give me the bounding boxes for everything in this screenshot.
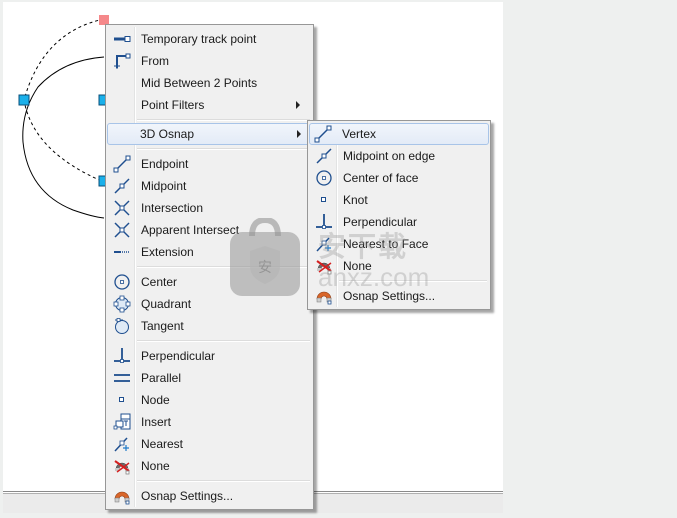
menu-item-tangent[interactable]: Tangent (108, 315, 311, 337)
temporary-track-point-icon (110, 29, 134, 49)
menu-item-label: Parallel (141, 371, 182, 385)
knot-icon (312, 190, 336, 210)
menu-item-label: Perpendicular (343, 215, 418, 229)
insert-icon (110, 412, 134, 432)
midpoint-on-edge-icon (312, 146, 336, 166)
center-icon (110, 272, 134, 292)
quadrant-icon (110, 294, 134, 314)
solid-arc (22, 56, 105, 219)
apparent-intersect-icon (110, 220, 134, 240)
menu-item-perpendicular[interactable]: Perpendicular (108, 345, 311, 367)
submenu-item-none[interactable]: None (310, 255, 488, 277)
menu-item-label: Temporary track point (141, 32, 257, 46)
nearest-icon (110, 434, 134, 454)
menu-item-label: Tangent (141, 319, 184, 333)
menu-item-label: Center (141, 275, 178, 289)
menu-item-node[interactable]: Node (108, 389, 311, 411)
menu-item-point-filters[interactable]: Point Filters (108, 94, 311, 116)
submenu-item-osnap-settings[interactable]: Osnap Settings... (310, 285, 488, 307)
none-icon (110, 456, 134, 476)
menu-item-mid-between-2-points[interactable]: Mid Between 2 Points (108, 72, 311, 94)
submenu-item-midpoint-on-edge[interactable]: Midpoint on edge (310, 145, 488, 167)
menu-item-osnap-settings[interactable]: Osnap Settings... (108, 485, 311, 507)
menu-item-parallel[interactable]: Parallel (108, 367, 311, 389)
3d-osnap-submenu: Vertex Midpoint on edge Center of face K… (307, 120, 491, 310)
osnap-context-menu: Temporary track point From Mid Between 2… (105, 24, 314, 510)
perpendicular-icon (312, 212, 336, 232)
menu-item-3d-osnap[interactable]: 3D Osnap (107, 123, 312, 145)
center-of-face-icon (312, 168, 336, 188)
menu-item-insert[interactable]: Insert (108, 411, 311, 433)
tangent-icon (110, 316, 134, 336)
submenu-item-knot[interactable]: Knot (310, 189, 488, 211)
osnap-settings-icon (110, 486, 134, 506)
submenu-item-vertex[interactable]: Vertex (309, 123, 489, 145)
menu-item-label: Knot (343, 193, 368, 207)
extension-icon (110, 242, 134, 262)
endpoint-icon (110, 154, 134, 174)
perpendicular-icon (110, 346, 134, 366)
vertex-icon (311, 124, 335, 144)
dashed-arc (23, 18, 105, 183)
menu-separator (137, 480, 310, 482)
menu-item-midpoint[interactable]: Midpoint (108, 175, 311, 197)
submenu-item-center-of-face[interactable]: Center of face (310, 167, 488, 189)
menu-item-temporary-track-point[interactable]: Temporary track point (108, 28, 311, 50)
menu-item-label: From (141, 54, 169, 68)
menu-item-label: Extension (141, 245, 194, 259)
menu-item-label: Nearest to Face (343, 237, 429, 251)
menu-item-label: Midpoint on edge (343, 149, 436, 163)
menu-item-label: Osnap Settings... (343, 289, 436, 303)
menu-item-label: Point Filters (141, 98, 205, 112)
menu-item-label: Vertex (342, 127, 377, 141)
menu-item-extension[interactable]: Extension (108, 241, 311, 263)
menu-separator (137, 119, 310, 121)
menu-item-endpoint[interactable]: Endpoint (108, 153, 311, 175)
menu-separator (137, 340, 310, 342)
menu-item-label: Osnap Settings... (141, 489, 234, 503)
node-icon (110, 390, 134, 410)
submenu-item-perpendicular[interactable]: Perpendicular (310, 211, 488, 233)
menu-item-from[interactable]: From (108, 50, 311, 72)
menu-item-label: Node (141, 393, 170, 407)
menu-separator (137, 148, 310, 150)
menu-item-nearest[interactable]: Nearest (108, 433, 311, 455)
menu-item-label: Center of face (343, 171, 419, 185)
menu-item-apparent-intersect[interactable]: Apparent Intersect (108, 219, 311, 241)
menu-item-label: Intersection (141, 201, 204, 215)
osnap-settings-icon (312, 286, 336, 306)
menu-item-label: Apparent Intersect (141, 223, 240, 237)
grip-left (18, 94, 30, 106)
menu-separator (339, 280, 487, 282)
none-icon (312, 256, 336, 276)
from-icon (110, 51, 134, 71)
submenu-arrow-icon (296, 101, 300, 109)
parallel-icon (110, 368, 134, 388)
menu-item-center[interactable]: Center (108, 271, 311, 293)
submenu-arrow-icon (297, 130, 301, 138)
menu-item-label: None (343, 259, 372, 273)
menu-item-label: Insert (141, 415, 172, 429)
menu-item-intersection[interactable]: Intersection (108, 197, 311, 219)
menu-item-label: None (141, 459, 170, 473)
menu-item-label: Mid Between 2 Points (141, 76, 258, 90)
menu-item-label: Nearest (141, 437, 184, 451)
intersection-icon (110, 198, 134, 218)
menu-item-label: Endpoint (141, 157, 189, 171)
nearest-to-face-icon (312, 234, 336, 254)
menu-item-label: Perpendicular (141, 349, 216, 363)
menu-item-quadrant[interactable]: Quadrant (108, 293, 311, 315)
menu-item-label: Midpoint (141, 179, 187, 193)
submenu-item-nearest-to-face[interactable]: Nearest to Face (310, 233, 488, 255)
menu-item-label: Quadrant (141, 297, 192, 311)
midpoint-icon (110, 176, 134, 196)
menu-item-none[interactable]: None (108, 455, 311, 477)
menu-separator (137, 266, 310, 268)
menu-item-label: 3D Osnap (140, 127, 195, 141)
